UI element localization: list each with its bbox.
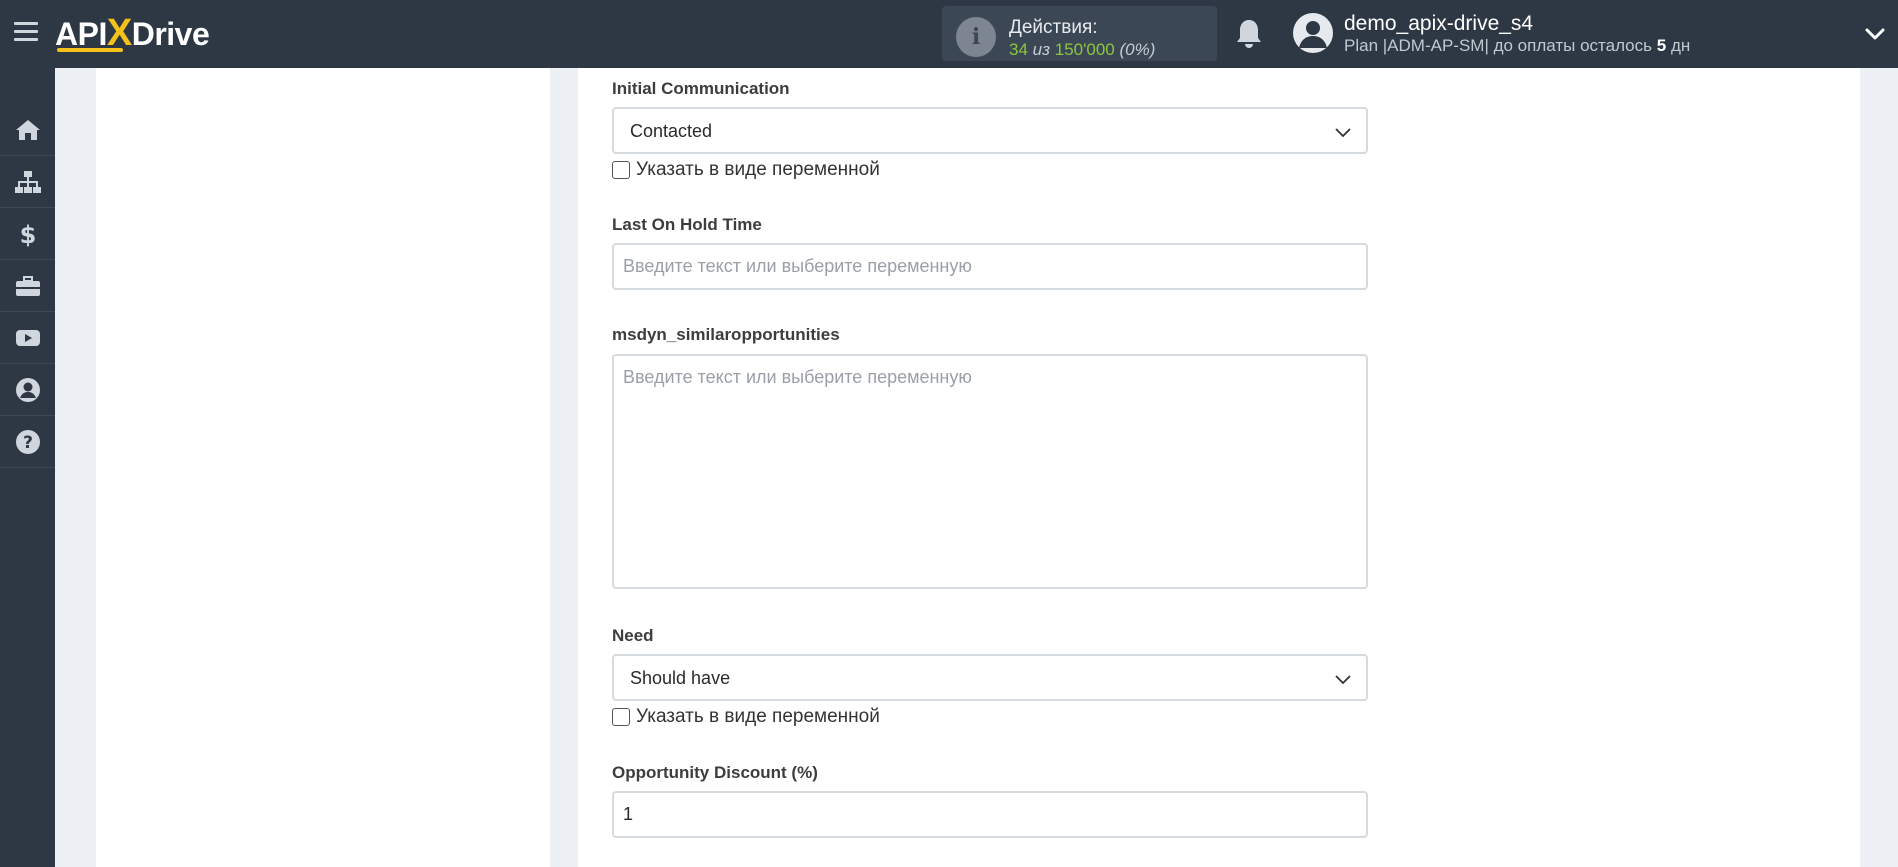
logo-api: API: [55, 16, 107, 52]
need-select[interactable]: Should have: [612, 654, 1368, 701]
need-variable-toggle[interactable]: Указать в виде переменной: [612, 706, 880, 728]
chevron-down-icon: [1335, 128, 1351, 138]
svg-text:?: ?: [23, 433, 33, 453]
initial-communication-select[interactable]: Contacted: [612, 107, 1368, 154]
need-value: Should have: [630, 668, 731, 688]
chevron-down-icon: [1335, 675, 1351, 685]
initial-communication-variable-toggle[interactable]: Указать в виде переменной: [612, 159, 880, 181]
last-on-hold-time-label: Last On Hold Time: [612, 215, 762, 234]
plan-text: Plan |ADM-AP-SM| до оплаты осталось: [1344, 36, 1652, 55]
checkbox[interactable]: [612, 161, 630, 179]
logo-underline: [57, 48, 123, 52]
initial-communication-value: Contacted: [630, 121, 713, 141]
actions-used: 34: [1009, 40, 1028, 59]
sidebar: $ ?: [0, 68, 55, 867]
svg-text:$: $: [19, 221, 36, 248]
checkbox-label: Указать в виде переменной: [636, 706, 880, 727]
briefcase-icon: [15, 275, 40, 296]
sidebar-item-help[interactable]: ?: [0, 416, 55, 468]
user-name[interactable]: demo_apix-drive_s4: [1344, 12, 1533, 36]
similar-opportunities-textarea[interactable]: [612, 354, 1368, 589]
help-icon: ?: [15, 429, 40, 454]
actions-total: 150'000: [1054, 40, 1115, 59]
last-on-hold-time-input[interactable]: [612, 243, 1368, 290]
actions-title: Действия:: [1009, 17, 1098, 38]
sidebar-item-account[interactable]: [0, 364, 55, 416]
similar-opportunities-label: msdyn_similaropportunities: [612, 325, 840, 344]
need-label: Need: [612, 626, 654, 645]
opportunity-discount-label: Opportunity Discount (%): [612, 763, 818, 782]
user-plan: Plan |ADM-AP-SM| до оплаты осталось 5 дн: [1344, 36, 1690, 56]
top-bar: APIXDrive Действия: 34 из 150'000 (0%) d…: [0, 0, 1898, 68]
user-circle-icon: [15, 377, 40, 402]
bell-icon[interactable]: [1233, 17, 1265, 51]
sidebar-item-connections[interactable]: [0, 156, 55, 208]
logo[interactable]: APIXDrive: [55, 10, 210, 56]
info-icon: [956, 17, 996, 57]
chevron-down-icon[interactable]: [1864, 24, 1886, 44]
dollar-icon: $: [19, 221, 36, 248]
sidebar-item-services[interactable]: [0, 260, 55, 312]
left-panel: [96, 68, 550, 867]
avatar[interactable]: [1293, 13, 1333, 53]
user-icon: [1299, 21, 1327, 48]
checkbox[interactable]: [612, 708, 630, 726]
youtube-icon: [15, 329, 40, 346]
checkbox-label: Указать в виде переменной: [636, 159, 880, 180]
sidebar-item-billing[interactable]: $: [0, 208, 55, 260]
actions-counter[interactable]: Действия: 34 из 150'000 (0%): [942, 6, 1217, 61]
sidebar-item-video[interactable]: [0, 312, 55, 364]
plan-days: 5: [1656, 36, 1667, 55]
menu-icon[interactable]: [14, 22, 38, 42]
actions-count: 34 из 150'000 (0%): [1009, 40, 1155, 60]
actions-percent: (0%): [1119, 40, 1156, 59]
home-icon: [15, 119, 40, 140]
sidebar-item-home[interactable]: [0, 104, 55, 156]
sitemap-icon: [14, 170, 41, 193]
initial-communication-label: Initial Communication: [612, 79, 790, 98]
opportunity-discount-input[interactable]: [612, 791, 1368, 838]
logo-drive: Drive: [131, 16, 210, 52]
actions-of: из: [1032, 40, 1051, 59]
plan-unit: дн: [1670, 36, 1691, 55]
